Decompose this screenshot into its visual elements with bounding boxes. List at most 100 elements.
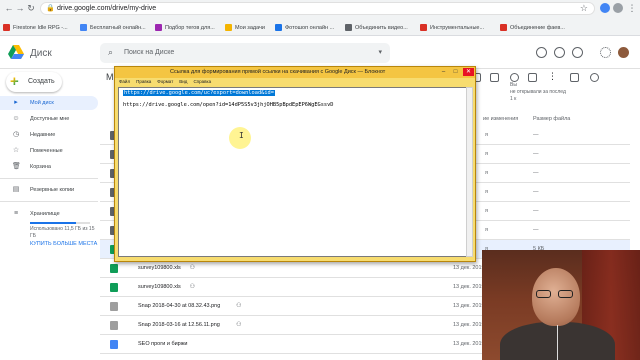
search-options-icon[interactable]: ▾ — [378, 48, 382, 56]
minimize-icon[interactable]: – — [438, 68, 449, 76]
preview-icon[interactable] — [510, 73, 519, 82]
storage-icon: ≡ — [13, 210, 19, 217]
menu-view[interactable]: Вид — [179, 79, 187, 87]
drive-logo-icon[interactable] — [8, 45, 24, 59]
sidebar-item-label: Мой диск — [30, 100, 54, 106]
bookmark-favicon — [275, 24, 282, 31]
forward-icon[interactable]: → — [15, 3, 25, 13]
drive-title: Диск — [30, 48, 52, 59]
column-modified-header[interactable]: ие изменения — [483, 116, 518, 122]
trash-icon: 🗑 — [12, 163, 21, 170]
sidebar-item-starred[interactable]: ☆ Помеченные — [0, 144, 98, 158]
back-icon[interactable]: ← — [4, 3, 14, 13]
bookmark-item[interactable]: Бесплатный онлайн... — [80, 23, 146, 32]
offline-status-icon[interactable] — [536, 47, 547, 58]
backup-icon: ▤ — [12, 186, 20, 193]
grid-view-icon[interactable] — [570, 73, 579, 82]
page-title: М — [106, 72, 114, 82]
file-size: — — [533, 132, 539, 138]
reload-icon[interactable]: ↻ — [26, 3, 36, 13]
storage-usage-text: Использовано 11,5 ГБ из 15 ГБ — [30, 226, 95, 239]
delete-icon[interactable] — [528, 73, 537, 82]
file-size: — — [533, 208, 539, 214]
file-type-icon — [110, 302, 118, 311]
column-size-header[interactable]: Размер файла — [533, 116, 570, 122]
menu-edit[interactable]: Правка — [136, 79, 151, 87]
bookmark-item[interactable]: Мои задачи — [225, 23, 265, 32]
bookmark-favicon — [500, 24, 507, 31]
notepad-menubar: Файл Правка Формат Вид Справка — [117, 79, 211, 87]
bookmark-favicon — [3, 24, 10, 31]
sidebar-divider — [0, 201, 98, 202]
sidebar-item-label: Корзина — [30, 164, 51, 170]
file-modified-by: я — [485, 132, 488, 138]
storage-progress-fill — [30, 222, 77, 224]
menu-help[interactable]: Справка — [193, 79, 211, 87]
search-icon: ⌕ — [108, 47, 114, 57]
star-icon: ☆ — [12, 147, 20, 154]
sidebar-divider — [0, 178, 98, 179]
details-icon[interactable] — [590, 73, 599, 82]
apps-grid-icon[interactable] — [600, 47, 611, 58]
get-link-icon[interactable] — [490, 73, 499, 82]
sidebar-item-recent[interactable]: ◷ Недавние — [0, 128, 98, 142]
file-modified-by: я — [485, 227, 488, 233]
notepad-window[interactable]: Ссылка для формирования прямой ссылки на… — [114, 66, 476, 262]
people-icon: ☺ — [12, 115, 20, 122]
file-type-icon — [110, 340, 118, 349]
more-options-icon[interactable]: ⋮ — [548, 72, 557, 81]
bookmark-item[interactable]: Фотошоп онлайн ... — [275, 23, 334, 32]
extension-icon[interactable] — [600, 3, 610, 13]
bookmark-star-icon[interactable]: ☆ — [580, 3, 588, 14]
text-cursor-icon: I — [239, 131, 244, 140]
info-line: 1 к — [510, 96, 517, 102]
help-icon[interactable] — [554, 47, 565, 58]
avatar[interactable] — [618, 47, 629, 58]
menu-dots-icon[interactable]: ⋮ — [627, 3, 637, 13]
clock-icon: ◷ — [12, 131, 20, 138]
search-placeholder: Поиск на Диске — [124, 49, 175, 56]
sidebar-item-trash[interactable]: 🗑 Корзина — [0, 160, 98, 174]
bookmark-favicon — [225, 24, 232, 31]
file-name: survey109800.xls — [138, 265, 181, 271]
bookmark-favicon — [80, 24, 87, 31]
sidebar-item-shared[interactable]: ☺ Доступные мне — [0, 112, 98, 126]
browser-toolbar: ← → ↻ 🔒 drive.google.com/drive/my-drive … — [0, 0, 640, 36]
buy-storage-link[interactable]: КУПИТЬ БОЛЬШЕ МЕСТА — [30, 241, 97, 247]
shared-icon: ⚇ — [236, 322, 242, 328]
settings-icon[interactable] — [572, 47, 583, 58]
create-button[interactable]: + Создать — [6, 72, 62, 92]
selected-text-line[interactable]: https://drive.google.com/uc?export=downl… — [123, 90, 275, 96]
webcam-glasses — [536, 290, 576, 298]
address-bar[interactable]: 🔒 drive.google.com/drive/my-drive ☆ — [40, 2, 595, 15]
maximize-icon[interactable]: □ — [450, 68, 461, 76]
notepad-titlebar[interactable]: Ссылка для формирования прямой ссылки на… — [115, 67, 475, 78]
menu-file[interactable]: Файл — [119, 79, 130, 87]
file-name: SEO проги и биржи — [138, 341, 188, 347]
notepad-title: Ссылка для формирования прямой ссылки на… — [170, 69, 386, 75]
shared-icon: ⚇ — [189, 284, 195, 290]
lock-icon: 🔒 — [46, 5, 55, 12]
menu-format[interactable]: Формат — [157, 79, 173, 87]
notepad-text-area[interactable]: https://drive.google.com/uc?export=downl… — [118, 87, 467, 257]
close-icon[interactable]: ✕ — [463, 68, 474, 76]
search-input[interactable]: ⌕ Поиск на Диске ▾ — [100, 43, 390, 63]
sidebar-item-my-drive[interactable]: ▸ Мой диск — [0, 96, 98, 110]
bookmark-favicon — [155, 24, 162, 31]
file-size: — — [533, 227, 539, 233]
bookmark-item[interactable]: Объединение фаев... — [500, 23, 565, 32]
bookmark-item[interactable]: Подбор тегов для... — [155, 23, 215, 32]
bookmark-item[interactable]: Объединить видео... — [345, 23, 408, 32]
shared-icon: ⚇ — [189, 265, 195, 271]
sidebar-item-backups[interactable]: ▤ Резервные копии — [0, 183, 98, 197]
notepad-scrollbar[interactable] — [466, 87, 473, 257]
bookmark-item[interactable]: Firestone Idle RPG -... — [3, 23, 68, 32]
text-line[interactable]: https://drive.google.com/open?id=14dP5S5… — [123, 102, 333, 108]
sidebar: + Создать ▸ Мой диск ☺ Доступные мне ◷ Неда… — [0, 70, 100, 360]
address-url: drive.google.com/drive/my-drive — [57, 5, 157, 12]
file-name: survey109800.xls — [138, 284, 181, 290]
profile-icon[interactable] — [613, 3, 623, 13]
sidebar-item-storage[interactable]: ≡ Хранилище — [0, 207, 98, 221]
bookmark-item[interactable]: Инструментальные... — [420, 23, 484, 32]
drive-header: Диск ⌕ Поиск на Диске ▾ — [0, 37, 640, 69]
